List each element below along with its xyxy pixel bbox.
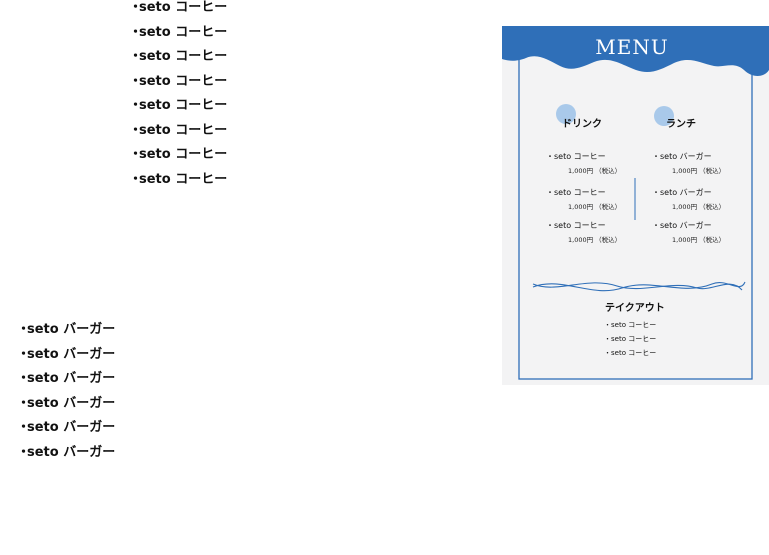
bullet: ・ <box>17 395 31 411</box>
lunch-item-name: ・seto バーガー <box>652 152 712 161</box>
lunch-item-price: 1,000円 （税込） <box>672 203 726 211</box>
bullet: ・ <box>129 122 143 138</box>
list-item: ・seto バーガー <box>17 416 115 441</box>
list-item-label: seto コーヒー <box>139 0 228 15</box>
lunch-item-name: ・seto バーガー <box>652 188 712 197</box>
list-item: ・seto コーヒー <box>129 168 227 193</box>
bullet: ・ <box>129 98 143 113</box>
bullet: ・ <box>17 371 31 386</box>
menu-preview-card[interactable]: MENU ドリンク ランチ ・seto コーヒー 1,000円 （税込） ・se… <box>502 26 769 385</box>
takeout-item: ・seto コーヒー <box>604 335 657 343</box>
list-item-label: seto バーガー <box>27 420 116 435</box>
bullet: ・ <box>129 73 143 89</box>
drink-item-name: ・seto コーヒー <box>546 221 606 230</box>
bullet: ・ <box>129 24 143 40</box>
list-item: ・seto バーガー <box>17 343 115 368</box>
list-item: ・seto コーヒー <box>129 45 227 70</box>
lunch-item-price: 1,000円 （税込） <box>672 167 726 175</box>
lunch-item-price: 1,000円 （税込） <box>672 236 726 244</box>
list-item-label: seto バーガー <box>27 322 116 337</box>
list-item-label: seto コーヒー <box>139 49 228 64</box>
lunch-section-title: ランチ <box>666 119 696 130</box>
burger-list: ・seto バーガー ・seto バーガー ・seto バーガー ・seto バ… <box>17 318 115 465</box>
takeout-item: ・seto コーヒー <box>604 349 657 357</box>
drink-item-price: 1,000円 （税込） <box>568 167 622 175</box>
list-item: ・seto コーヒー <box>129 70 227 95</box>
list-item-label: seto バーガー <box>27 371 116 386</box>
takeout-section-title: テイクアウト <box>605 303 665 314</box>
bullet: ・ <box>129 0 143 15</box>
list-item: ・seto バーガー <box>17 318 115 343</box>
drink-item-price: 1,000円 （税込） <box>568 203 622 211</box>
list-item-label: seto コーヒー <box>139 171 228 187</box>
list-item: ・seto コーヒー <box>129 143 227 168</box>
list-item-label: seto コーヒー <box>139 122 228 138</box>
list-item-label: seto コーヒー <box>139 147 228 162</box>
drink-item-name: ・seto コーヒー <box>546 152 606 161</box>
list-item: ・seto コーヒー <box>129 94 227 119</box>
list-item-label: seto バーガー <box>27 444 116 460</box>
list-item: ・seto コーヒー <box>129 21 227 46</box>
list-item-label: seto コーヒー <box>139 98 228 113</box>
drink-section-title: ドリンク <box>562 119 602 130</box>
list-item: ・seto バーガー <box>17 392 115 417</box>
list-item-label: seto バーガー <box>27 395 116 411</box>
list-item: ・seto バーガー <box>17 441 115 466</box>
bullet: ・ <box>17 322 31 337</box>
menu-frame-graphic <box>502 26 769 380</box>
coffee-list: ・seto コーヒー ・seto コーヒー ・seto コーヒー ・seto コ… <box>129 0 227 192</box>
list-item: ・seto コーヒー <box>129 0 227 21</box>
takeout-item: ・seto コーヒー <box>604 321 657 329</box>
lunch-item-name: ・seto バーガー <box>652 221 712 230</box>
bullet: ・ <box>17 444 31 460</box>
bullet: ・ <box>129 147 143 162</box>
bullet: ・ <box>17 420 31 435</box>
list-item-label: seto コーヒー <box>139 24 228 40</box>
menu-title: MENU <box>595 35 669 59</box>
drink-item-name: ・seto コーヒー <box>546 188 606 197</box>
bullet: ・ <box>129 171 143 187</box>
bullet: ・ <box>129 49 143 64</box>
drink-item-price: 1,000円 （税込） <box>568 236 622 244</box>
list-item-label: seto バーガー <box>27 346 116 362</box>
list-item: ・seto バーガー <box>17 367 115 392</box>
list-item: ・seto コーヒー <box>129 119 227 144</box>
bullet: ・ <box>17 346 31 362</box>
list-item-label: seto コーヒー <box>139 73 228 89</box>
